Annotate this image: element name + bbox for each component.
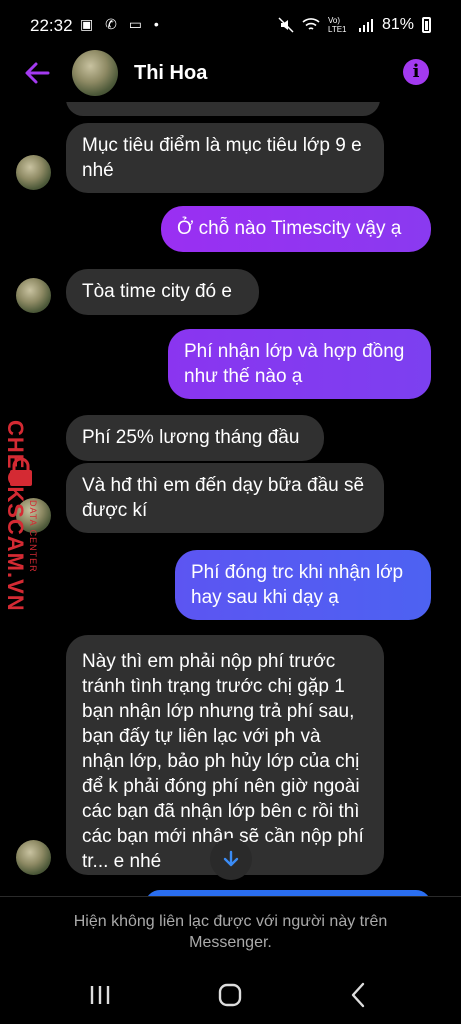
mute-icon	[278, 17, 294, 33]
arrow-down-icon	[223, 850, 239, 867]
message-text: Phí nhận lớp và hợp đồng như thế nào ạ	[184, 341, 405, 387]
status-notification-icons: ▣ ✆ ▭ •	[80, 16, 163, 32]
status-right: Vo) LTE1 81%	[278, 16, 431, 34]
battery-icon	[422, 17, 431, 33]
nav-back-button[interactable]	[338, 980, 378, 1010]
network-label: Vo) LTE1	[327, 16, 347, 34]
notice-line1: Hiện không liên lạc được với người này t…	[73, 913, 388, 930]
recents-button[interactable]	[80, 980, 120, 1010]
message-text: Phí đóng trc khi nhận lớp hay sau khi dạ…	[191, 562, 404, 608]
status-time: 22:32	[30, 16, 73, 35]
watermark-sub: DATA CENTER	[28, 500, 38, 573]
info-icon[interactable]: i	[403, 59, 429, 85]
home-icon	[218, 983, 242, 1007]
message-bubble-incoming[interactable]: Phí 25% lương tháng đầu	[66, 415, 324, 461]
contact-avatar[interactable]	[72, 50, 118, 96]
message-thread[interactable]: Mục tiêu điểm là mục tiêu lớp 9 e nhé Ở …	[0, 102, 461, 896]
wifi-icon	[302, 18, 320, 30]
message-bubble-incoming[interactable]: Tòa time city đó e	[66, 269, 259, 315]
scroll-down-button[interactable]	[210, 838, 252, 880]
message-text: Phí 25% lương tháng đầu	[82, 427, 300, 448]
signal-icon	[358, 19, 373, 32]
arrow-left-icon[interactable]	[22, 58, 52, 88]
message-text: Ở chỗ nào Timescity vậy ạ	[177, 218, 402, 239]
message-text: Mục tiêu điểm là mục tiêu lớp 9 e nhé	[82, 135, 362, 181]
sender-avatar	[16, 840, 51, 875]
unavailable-notice: Hiện không liên lạc được với người này t…	[0, 896, 461, 960]
status-bar: 22:32 ▣ ✆ ▭ • Vo) LTE1 81%	[0, 0, 461, 50]
message-bubble-outgoing[interactable]: Phí đóng trc khi nhận lớp hay sau khi dạ…	[175, 550, 431, 620]
battery-percent: 81%	[381, 16, 414, 33]
message-bubble-incoming[interactable]: Mục tiêu điểm là mục tiêu lớp 9 e nhé	[66, 123, 384, 193]
message-bubble-outgoing[interactable]: Phí nhận lớp và hợp đồng như thế nào ạ	[168, 329, 431, 399]
sender-avatar	[16, 278, 51, 313]
notice-line2: Messenger.	[189, 934, 272, 951]
chevron-left-icon	[351, 982, 365, 1008]
recents-icon	[90, 986, 110, 1004]
message-bubble-incoming[interactable]: Và hđ thì em đến dạy bữa đầu sẽ được kí	[66, 463, 384, 533]
contact-name[interactable]: Thi Hoa	[134, 62, 207, 85]
system-nav-bar	[0, 964, 461, 1024]
sender-avatar	[16, 155, 51, 190]
message-text: Và hđ thì em đến dạy bữa đầu sẽ được kí	[82, 475, 365, 521]
chat-header: Thi Hoa i	[0, 50, 461, 102]
message-text: Tòa time city đó e	[82, 281, 232, 302]
home-button[interactable]	[210, 980, 250, 1010]
watermark-brand: CHECKSCAM.VN	[3, 420, 28, 612]
partial-bubble	[66, 102, 380, 116]
message-bubble-outgoing[interactable]: Ở chỗ nào Timescity vậy ạ	[161, 206, 431, 252]
